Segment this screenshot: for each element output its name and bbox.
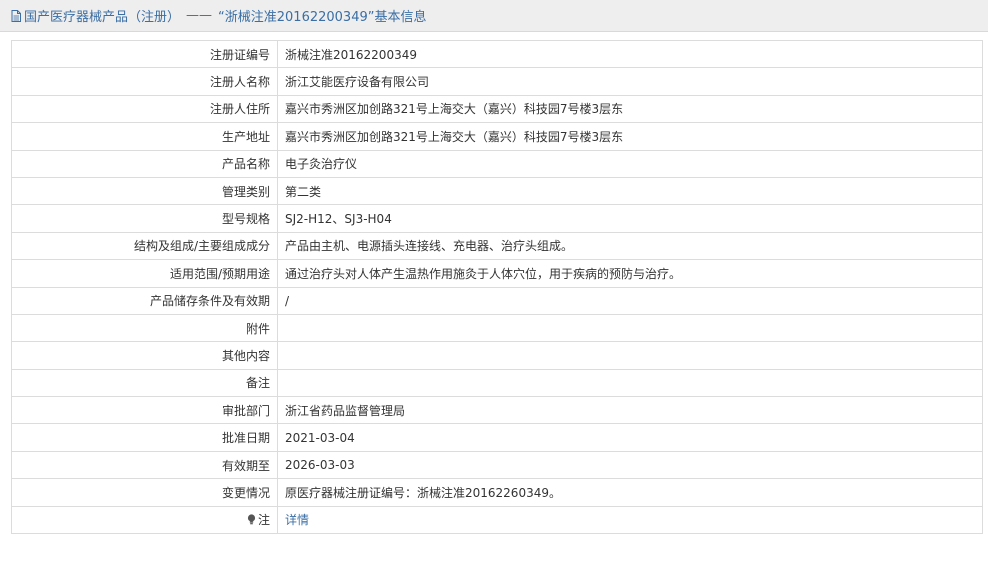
field-label: 管理类别 bbox=[11, 176, 278, 206]
table-row: 注册人住所 嘉兴市秀洲区加创路321号上海交大（嘉兴）科技园7号楼3层东 bbox=[11, 94, 983, 124]
field-value: 原医疗器械注册证编号：浙械注准20162260349。 bbox=[277, 478, 983, 507]
field-value: 第二类 bbox=[277, 176, 983, 206]
field-value bbox=[277, 341, 983, 370]
field-label: 产品储存条件及有效期 bbox=[11, 286, 278, 315]
field-value bbox=[277, 368, 983, 398]
field-value: 浙械注准20162200349 bbox=[277, 39, 983, 69]
field-label: 型号规格 bbox=[11, 204, 278, 233]
field-value: 电子灸治疗仪 bbox=[277, 149, 983, 178]
field-value: 通过治疗头对人体产生温热作用施灸于人体穴位，用于疾病的预防与治疗。 bbox=[277, 259, 983, 288]
table-row: 产品名称 电子灸治疗仪 bbox=[11, 149, 983, 178]
table-row: 型号规格 SJ2-H12、SJ3-H04 bbox=[11, 204, 983, 233]
table-row: 变更情况 原医疗器械注册证编号：浙械注准20162260349。 bbox=[11, 478, 983, 507]
field-value: 2021-03-04 bbox=[277, 423, 983, 452]
table-row: 附件 bbox=[11, 313, 983, 343]
field-value: 2026-03-03 bbox=[277, 450, 983, 480]
field-value: / bbox=[277, 286, 983, 315]
note-label-cell: 注 bbox=[11, 505, 278, 535]
field-label: 备注 bbox=[11, 368, 278, 398]
field-label: 批准日期 bbox=[11, 423, 278, 452]
field-label: 产品名称 bbox=[11, 149, 278, 178]
note-value-cell: 详情 bbox=[277, 505, 983, 535]
note-label: 注 bbox=[257, 513, 270, 528]
field-label: 生产地址 bbox=[11, 122, 278, 151]
field-label: 有效期至 bbox=[11, 450, 278, 480]
table-row: 生产地址 嘉兴市秀洲区加创路321号上海交大（嘉兴）科技园7号楼3层东 bbox=[11, 122, 983, 151]
field-label: 其他内容 bbox=[11, 341, 278, 370]
page-header: 国产医疗器械产品（注册） —— “浙械注准20162200349”基本信息 bbox=[0, 0, 988, 32]
field-label: 适用范围/预期用途 bbox=[11, 259, 278, 288]
header-section: 国产医疗器械产品（注册） bbox=[24, 10, 181, 25]
table-row: 产品储存条件及有效期 / bbox=[11, 286, 983, 315]
field-value: 嘉兴市秀洲区加创路321号上海交大（嘉兴）科技园7号楼3层东 bbox=[277, 94, 983, 124]
table-row: 审批部门 浙江省药品监督管理局 bbox=[11, 396, 983, 425]
field-value: 浙江艾能医疗设备有限公司 bbox=[277, 67, 983, 96]
field-value bbox=[277, 313, 983, 343]
table-row: 备注 bbox=[11, 368, 983, 398]
table-row: 结构及组成/主要组成成分 产品由主机、电源插头连接线、充电器、治疗头组成。 bbox=[11, 231, 983, 261]
table-row-note: 注 详情 bbox=[11, 505, 983, 535]
info-table: 注册证编号 浙械注准20162200349 注册人名称 浙江艾能医疗设备有限公司 注册人… bbox=[11, 39, 983, 535]
field-label: 注册人名称 bbox=[11, 67, 278, 96]
bulb-icon bbox=[247, 514, 256, 525]
table-row: 批准日期 2021-03-04 bbox=[11, 423, 983, 452]
field-value: SJ2-H12、SJ3-H04 bbox=[277, 204, 983, 233]
header-separator: —— bbox=[186, 8, 213, 23]
field-value: 嘉兴市秀洲区加创路321号上海交大（嘉兴）科技园7号楼3层东 bbox=[277, 122, 983, 151]
table-row: 其他内容 bbox=[11, 341, 983, 370]
field-label: 注册证编号 bbox=[11, 39, 278, 69]
table-row: 注册证编号 浙械注准20162200349 bbox=[11, 39, 983, 69]
details-link[interactable]: 详情 bbox=[285, 513, 309, 527]
field-label: 结构及组成/主要组成成分 bbox=[11, 231, 278, 261]
field-label: 附件 bbox=[11, 313, 278, 343]
field-label: 审批部门 bbox=[11, 396, 278, 425]
table-row: 管理类别 第二类 bbox=[11, 176, 983, 206]
field-value: 浙江省药品监督管理局 bbox=[277, 396, 983, 425]
field-value: 产品由主机、电源插头连接线、充电器、治疗头组成。 bbox=[277, 231, 983, 261]
document-icon bbox=[11, 9, 21, 22]
header-record-title: “浙械注准20162200349”基本信息 bbox=[218, 10, 427, 25]
table-row: 适用范围/预期用途 通过治疗头对人体产生温热作用施灸于人体穴位，用于疾病的预防与治… bbox=[11, 259, 983, 288]
table-row: 有效期至 2026-03-03 bbox=[11, 450, 983, 480]
table-row: 注册人名称 浙江艾能医疗设备有限公司 bbox=[11, 67, 983, 96]
field-label: 变更情况 bbox=[11, 478, 278, 507]
field-label: 注册人住所 bbox=[11, 94, 278, 124]
